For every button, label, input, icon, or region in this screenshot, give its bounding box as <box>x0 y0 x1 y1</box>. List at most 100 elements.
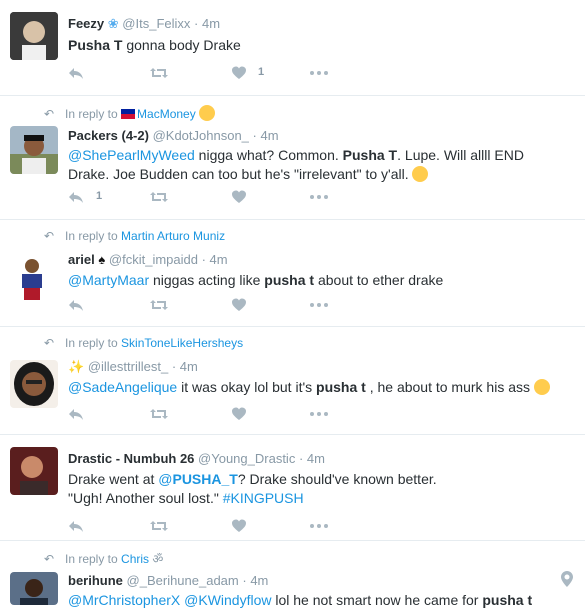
reply-context-icon: ↶ <box>44 336 55 350</box>
like-icon[interactable] <box>231 297 247 313</box>
mention-link[interactable]: @ShePearlMyWeed <box>68 147 195 163</box>
rolling-eyes-emoji-icon <box>412 166 429 182</box>
text-segment: "Ugh! Another soul lost." <box>68 490 223 506</box>
retweet-icon[interactable] <box>149 518 169 534</box>
avatar-image <box>10 447 58 495</box>
text-segment: it was okay lol but it's <box>177 379 317 395</box>
location-pin-icon[interactable] <box>561 571 573 592</box>
mention-link[interactable]: @MrChristopherX <box>68 592 180 608</box>
text-segment: ? Drake should've known better. <box>237 471 437 487</box>
crying-face-emoji-icon <box>533 379 550 395</box>
timestamp[interactable]: · 4m <box>172 359 198 374</box>
mention-link[interactable]: @KWindyflow <box>184 592 271 608</box>
reply-icon[interactable] <box>68 297 84 313</box>
reply-context-label: In reply to <box>65 229 122 243</box>
reply-context-icon: ↶ <box>44 229 55 243</box>
highlight-term: Pusha T <box>68 37 123 53</box>
timestamp[interactable]: · 4m <box>299 451 325 466</box>
timestamp[interactable]: · 4m <box>194 16 220 31</box>
mention-link[interactable]: @SadeAngelique <box>68 379 177 395</box>
user-handle[interactable]: @fckit_impaidd <box>109 252 198 267</box>
user-name[interactable]: ariel <box>68 252 95 267</box>
avatar-image <box>16 254 48 302</box>
retweet-icon[interactable] <box>149 406 169 422</box>
text-segment: , he about to murk his ass <box>365 379 531 395</box>
retweet-icon[interactable] <box>149 189 169 205</box>
avatar[interactable] <box>10 572 58 605</box>
reply-context: ↶ In reply to Martin Arturo Muniz <box>44 229 225 243</box>
tweet-item[interactable]: ↶ In reply to Chris ॐ berihune @_Berihune… <box>0 541 585 608</box>
reply-count: 1 <box>96 190 103 202</box>
reply-to-user[interactable]: Martin Arturo Muniz <box>121 229 225 243</box>
like-icon[interactable] <box>231 518 247 534</box>
tweet-item[interactable]: ↶ In reply to Martin Arturo Muniz ariel ♠… <box>0 220 585 327</box>
avatar[interactable] <box>10 447 58 495</box>
tweet-item[interactable]: Drastic - Numbuh 26 @Young_Drastic · 4m … <box>0 435 585 541</box>
avatar[interactable] <box>16 254 48 302</box>
like-icon[interactable] <box>231 189 247 205</box>
text-segment: . Lupe. Will allll END <box>397 147 524 163</box>
timestamp[interactable]: · 4m <box>253 128 279 143</box>
like-count: 1 <box>258 66 265 78</box>
spade-icon: ♠ <box>98 252 106 267</box>
avatar[interactable] <box>10 360 58 408</box>
reply-icon[interactable] <box>68 406 84 422</box>
more-icon[interactable] <box>309 189 329 205</box>
reply-context-icon: ↶ <box>44 107 55 121</box>
like-icon[interactable] <box>231 65 247 81</box>
highlight-term: PUSHA_T <box>172 471 238 487</box>
avatar[interactable] <box>10 126 58 174</box>
reply-context-label: In reply to <box>65 107 122 121</box>
reply-icon[interactable] <box>68 65 84 81</box>
om-icon: ॐ <box>152 552 164 566</box>
reply-icon[interactable] <box>68 189 84 205</box>
tweet-text: Pusha T gonna body Drake <box>68 36 575 55</box>
highlight-term: pusha t <box>316 379 366 395</box>
more-icon[interactable] <box>309 518 329 534</box>
haiti-flag-icon <box>121 109 136 119</box>
mention-link[interactable]: @MartyMaar <box>68 272 149 288</box>
user-handle[interactable]: @KdotJohnson_ <box>153 128 249 143</box>
tweet-text: @ShePearlMyWeed nigga what? Common. Push… <box>68 146 575 184</box>
reply-to-user[interactable]: SkinToneLikeHersheys <box>121 336 243 350</box>
text-segment: Drake. Joe Budden can too but he's "irre… <box>68 166 409 182</box>
text-segment: lol he not smart now he came for <box>271 592 483 608</box>
text-segment: gonna body Drake <box>122 37 241 53</box>
more-icon[interactable] <box>309 65 329 81</box>
user-handle[interactable]: @_Berihune_adam <box>127 573 239 588</box>
sparkles-icon: ✨ <box>68 359 85 374</box>
avatar-image <box>10 360 58 408</box>
text-segment: Drake went at <box>68 471 159 487</box>
user-name[interactable]: Feezy <box>68 16 104 31</box>
user-name[interactable]: Drastic - Numbuh 26 <box>68 451 194 466</box>
more-icon[interactable] <box>309 406 329 422</box>
tweet-item[interactable]: ↶ In reply to SkinToneLikeHersheys ✨ @ill… <box>0 327 585 435</box>
hashtag-link[interactable]: #KINGPUSH <box>223 490 304 506</box>
like-icon[interactable] <box>231 406 247 422</box>
reply-context: ↶ In reply to Chris ॐ <box>44 550 163 567</box>
timestamp[interactable]: · 4m <box>242 573 268 588</box>
retweet-icon[interactable] <box>149 297 169 313</box>
highlight-term: pusha t <box>264 272 315 288</box>
avatar-image <box>10 12 58 60</box>
user-name[interactable]: berihune <box>68 573 123 588</box>
reply-to-user[interactable]: MacMoney <box>137 107 196 121</box>
user-handle[interactable]: @Young_Drastic <box>198 451 295 466</box>
reply-to-user[interactable]: Chris <box>121 552 149 566</box>
reply-context: ↶ In reply to MacMoney <box>44 105 216 121</box>
timestamp[interactable]: · 4m <box>202 252 228 267</box>
text-segment: about to ether drake <box>314 272 444 288</box>
more-icon[interactable] <box>309 297 329 313</box>
tweet-item[interactable]: ↶ In reply to MacMoney Packers (4-2) @Kdo… <box>0 96 585 220</box>
reply-icon[interactable] <box>68 518 84 534</box>
mention-link[interactable]: @PUSHA_T <box>158 471 238 487</box>
user-name[interactable]: Packers (4-2) <box>68 128 149 143</box>
avatar-image <box>10 126 58 174</box>
reply-context: ↶ In reply to SkinToneLikeHersheys <box>44 336 243 350</box>
text-segment: niggas acting like <box>149 272 265 288</box>
avatar[interactable] <box>10 12 58 60</box>
retweet-icon[interactable] <box>149 65 169 81</box>
user-handle[interactable]: @Its_Felixx <box>122 16 190 31</box>
tweet-item[interactable]: Feezy ❀ @Its_Felixx · 4m Pusha T gonna b… <box>0 0 585 96</box>
user-handle[interactable]: @illesttrillest_ <box>88 359 168 374</box>
